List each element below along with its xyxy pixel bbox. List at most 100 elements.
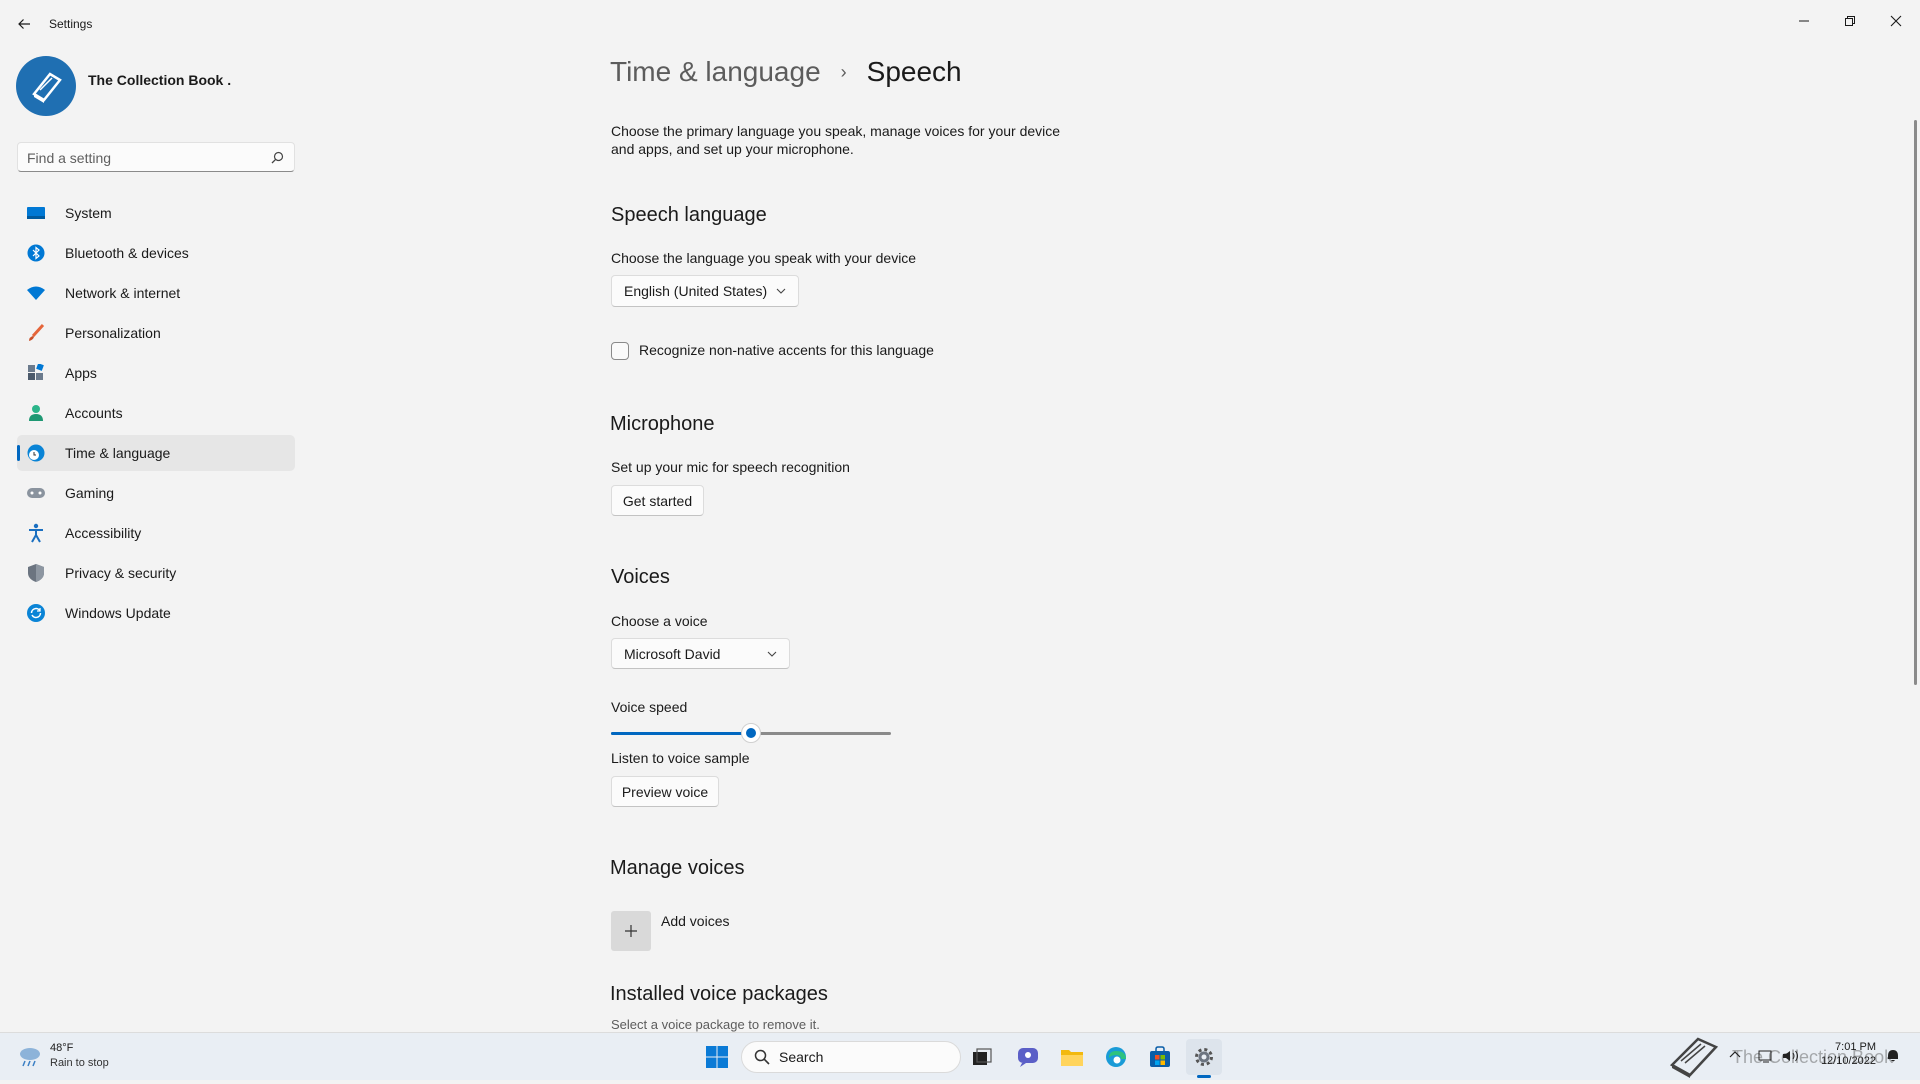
close-button[interactable] xyxy=(1873,6,1919,36)
speech-language-value: English (United States) xyxy=(624,283,768,299)
minimize-icon xyxy=(1799,20,1809,22)
speech-language-heading: Speech language xyxy=(611,204,767,226)
sidebar-item-gaming[interactable]: Gaming xyxy=(17,475,295,511)
add-voices-label[interactable]: Add voices xyxy=(661,913,729,929)
sidebar-item-accounts[interactable]: Accounts xyxy=(17,395,295,431)
sidebar-item-label: Gaming xyxy=(65,485,115,501)
search-icon[interactable] xyxy=(271,151,284,164)
settings-search[interactable] xyxy=(17,142,295,173)
search-input[interactable] xyxy=(18,143,259,173)
restore-button[interactable] xyxy=(1827,6,1873,36)
volume-icon[interactable] xyxy=(1782,1049,1800,1063)
sidebar-item-windows-update[interactable]: Windows Update xyxy=(17,595,295,631)
selection-indicator xyxy=(17,445,20,461)
start-button[interactable] xyxy=(699,1039,735,1075)
gamepad-icon xyxy=(25,482,47,504)
weather-desc: Rain to stop xyxy=(50,1057,109,1069)
accessibility-icon xyxy=(25,522,47,544)
manage-voices-heading: Manage voices xyxy=(610,857,745,879)
accent-checkbox[interactable] xyxy=(611,342,629,360)
account-icon xyxy=(25,402,47,424)
book-watermark-icon xyxy=(1669,1037,1719,1078)
chevron-down-icon xyxy=(776,288,786,294)
slider-thumb[interactable] xyxy=(741,723,761,743)
clock-time: 7:01 PM xyxy=(1835,1041,1876,1053)
sidebar-item-label: Time & language xyxy=(65,445,171,461)
network-icon[interactable] xyxy=(1758,1049,1774,1063)
sidebar-item-label: Accessibility xyxy=(65,525,142,541)
apps-icon xyxy=(25,362,47,384)
page-description: Choose the primary language you speak, m… xyxy=(611,123,1061,157)
chevron-up-icon[interactable] xyxy=(1729,1049,1741,1061)
sidebar-item-label: Bluetooth & devices xyxy=(65,245,189,261)
close-icon xyxy=(1890,15,1902,27)
choose-voice-label: Choose a voice xyxy=(611,613,708,629)
sidebar-item-personalization[interactable]: Personalization xyxy=(17,315,295,351)
restore-icon xyxy=(1845,16,1855,26)
sidebar-item-label: System xyxy=(65,205,112,221)
shield-icon xyxy=(25,562,47,584)
page-title: Speech xyxy=(866,56,962,87)
app-title: Settings xyxy=(49,17,93,31)
gear-icon xyxy=(1195,1048,1213,1066)
sidebar-item-label: Network & internet xyxy=(65,285,181,301)
minimize-button[interactable] xyxy=(1781,6,1827,36)
sidebar-item-system[interactable]: System xyxy=(17,195,295,231)
sidebar-item-label: Accounts xyxy=(65,405,123,421)
chat-button[interactable] xyxy=(1010,1039,1046,1075)
task-view-button[interactable] xyxy=(964,1039,1000,1075)
active-app-indicator xyxy=(1197,1075,1211,1078)
update-icon xyxy=(25,602,47,624)
taskbar-search[interactable]: Search xyxy=(741,1041,961,1073)
notification-bell-icon[interactable] xyxy=(1886,1049,1900,1063)
sidebar-item-label: Privacy & security xyxy=(65,565,177,581)
task-view-icon xyxy=(973,1048,992,1065)
voice-sample-label: Listen to voice sample xyxy=(611,750,750,766)
bluetooth-icon xyxy=(25,242,47,264)
chevron-right-icon: › xyxy=(840,61,847,82)
profile-name: The Collection Book . xyxy=(88,72,232,88)
back-button[interactable] xyxy=(10,10,38,38)
rain-cloud-icon xyxy=(20,1048,40,1067)
microphone-label: Set up your mic for speech recognition xyxy=(611,459,850,475)
microphone-heading: Microphone xyxy=(610,413,715,435)
sidebar-item-privacy[interactable]: Privacy & security xyxy=(17,555,295,591)
settings-taskbar-button[interactable] xyxy=(1186,1039,1222,1078)
voice-speed-label: Voice speed xyxy=(611,699,688,715)
scrollbar[interactable] xyxy=(1914,120,1917,685)
plus-icon xyxy=(625,925,637,937)
brush-icon xyxy=(25,322,47,344)
system-icon xyxy=(25,202,47,224)
voice-speed-slider[interactable] xyxy=(611,723,891,743)
back-arrow-icon xyxy=(18,19,30,29)
watermark-logo xyxy=(1668,1035,1720,1084)
slider-fill xyxy=(611,732,751,735)
accent-checkbox-label[interactable]: Recognize non-native accents for this la… xyxy=(639,342,934,358)
clock[interactable]: 7:01 PM 12/10/2022 xyxy=(1818,1041,1876,1067)
installed-voices-heading: Installed voice packages xyxy=(610,983,828,1005)
breadcrumb: Time & language › Speech xyxy=(610,56,962,88)
sidebar-item-network[interactable]: Network & internet xyxy=(17,275,295,311)
wifi-icon xyxy=(25,282,47,304)
add-voices-button[interactable] xyxy=(611,911,651,951)
avatar[interactable] xyxy=(16,56,76,116)
edge-button[interactable] xyxy=(1098,1039,1134,1075)
file-explorer-button[interactable] xyxy=(1054,1039,1090,1075)
sidebar-item-apps[interactable]: Apps xyxy=(17,355,295,391)
breadcrumb-parent[interactable]: Time & language xyxy=(610,56,821,88)
get-started-button[interactable]: Get started xyxy=(611,485,704,516)
sidebar-item-label: Personalization xyxy=(65,325,161,341)
store-button[interactable] xyxy=(1142,1039,1178,1075)
book-logo-icon xyxy=(32,72,62,103)
folder-icon xyxy=(1061,1050,1083,1066)
speech-language-dropdown[interactable]: English (United States) xyxy=(611,275,799,307)
chat-icon xyxy=(1018,1048,1038,1067)
voice-dropdown[interactable]: Microsoft David xyxy=(611,638,790,669)
sidebar-item-accessibility[interactable]: Accessibility xyxy=(17,515,295,551)
taskbar: 48°F Rain to stop Search The Collection … xyxy=(0,1032,1920,1080)
sidebar-item-bluetooth[interactable]: Bluetooth & devices xyxy=(17,235,295,271)
sidebar-item-label: Windows Update xyxy=(65,605,171,621)
sidebar-item-time-language[interactable]: Time & language xyxy=(17,435,295,471)
globe-clock-icon xyxy=(25,442,47,464)
preview-voice-button[interactable]: Preview voice xyxy=(611,776,719,807)
